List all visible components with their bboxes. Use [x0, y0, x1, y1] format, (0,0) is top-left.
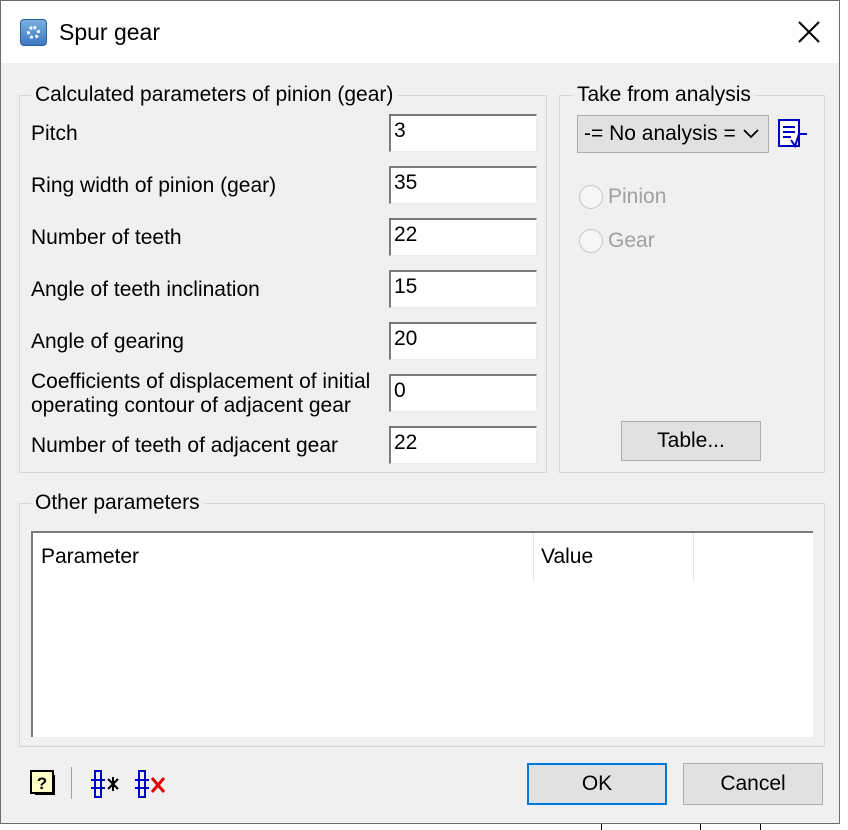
calculated-parameters-legend: Calculated parameters of pinion (gear)	[31, 83, 398, 107]
value-column-header[interactable]: Value	[533, 533, 693, 581]
table-button[interactable]: Table...	[621, 421, 761, 461]
delete-parameter-icon[interactable]	[133, 767, 169, 801]
close-icon	[798, 21, 820, 43]
gear-radio[interactable]	[579, 229, 603, 253]
adjacent-teeth-label: Number of teeth of adjacent gear	[31, 434, 339, 457]
analysis-select-value: -= No analysis =	[584, 122, 736, 145]
add-parameter-icon[interactable]	[89, 767, 123, 801]
chevron-down-icon	[743, 129, 759, 139]
other-parameters-legend: Other parameters	[31, 491, 204, 515]
background-line	[700, 824, 701, 830]
analysis-select[interactable]: -= No analysis =	[577, 115, 769, 153]
column-divider[interactable]	[693, 533, 694, 581]
pitch-input[interactable]: 3	[389, 114, 537, 152]
displacement-coefficient-input[interactable]: 0	[389, 374, 537, 412]
displacement-coefficient-label-line2: operating contour of adjacent gear	[31, 394, 351, 417]
cancel-button[interactable]: Cancel	[683, 763, 823, 805]
footer-separator	[71, 767, 72, 799]
gear-radio-label: Gear	[608, 229, 655, 252]
analysis-legend: Take from analysis	[573, 83, 755, 107]
ring-width-label: Ring width of pinion (gear)	[31, 174, 277, 197]
calculator-report-icon[interactable]	[777, 118, 809, 150]
pitch-label: Pitch	[31, 122, 78, 145]
title-bar[interactable]: Spur gear	[1, 1, 839, 63]
teeth-inclination-label: Angle of teeth inclination	[31, 278, 260, 301]
background-line	[760, 824, 761, 830]
displacement-coefficient-label-line1: Coefficients of displacement of initial	[31, 370, 371, 393]
dialog-title: Spur gear	[59, 19, 161, 45]
spur-gear-dialog: Spur gear Calculated parameters of pinio…	[0, 0, 840, 824]
adjacent-teeth-input[interactable]: 22	[389, 426, 537, 464]
gearing-angle-label: Angle of gearing	[31, 330, 184, 353]
pinion-radio[interactable]	[579, 185, 603, 209]
background-line	[601, 824, 602, 830]
number-of-teeth-input[interactable]: 22	[389, 218, 537, 256]
gear-app-icon	[20, 19, 47, 46]
number-of-teeth-label: Number of teeth	[31, 226, 182, 249]
parameter-column-header[interactable]: Parameter	[33, 533, 533, 581]
ok-button[interactable]: OK	[527, 763, 667, 805]
gearing-angle-input[interactable]: 20	[389, 322, 537, 360]
svg-text:?: ?	[37, 774, 47, 793]
pinion-radio-label: Pinion	[608, 185, 667, 208]
teeth-inclination-input[interactable]: 15	[389, 270, 537, 308]
close-button[interactable]	[779, 1, 839, 63]
help-icon[interactable]: ?	[29, 769, 57, 797]
parameters-table[interactable]: Parameter Value	[31, 531, 813, 737]
ring-width-input[interactable]: 35	[389, 166, 537, 204]
